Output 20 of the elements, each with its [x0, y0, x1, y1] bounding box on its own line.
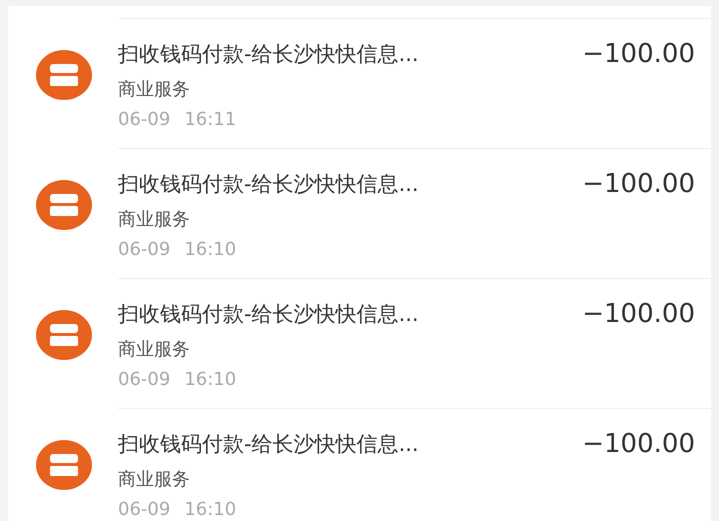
transaction-date: 06-09 [118, 499, 170, 520]
transaction-date: 06-09 [118, 109, 170, 130]
transaction-time: 16:10 [184, 239, 236, 260]
transaction-title: 扫收钱码付款-给长沙快快信息... [118, 171, 419, 198]
transaction-category: 商业服务 [118, 78, 191, 101]
transaction-category: 商业服务 [118, 468, 191, 491]
transaction-category: 商业服务 [118, 208, 191, 231]
transaction-amount: −100.00 [582, 429, 695, 459]
transaction-amount: −100.00 [582, 39, 695, 69]
transaction-time: 16:11 [184, 109, 236, 130]
transaction-date: 06-09 [118, 239, 170, 260]
transaction-title: 扫收钱码付款-给长沙快快信息... [118, 301, 419, 328]
transaction-amount: −100.00 [582, 299, 695, 329]
transaction-title: 扫收钱码付款-给长沙快快信息... [118, 431, 419, 458]
transaction-date: 06-09 [118, 369, 170, 390]
transaction-time: 16:10 [184, 369, 236, 390]
transaction-category: 商业服务 [118, 338, 191, 361]
transaction-time: 16:10 [184, 499, 236, 520]
transaction-amount: −100.00 [582, 169, 695, 199]
transaction-title: 扫收钱码付款-给长沙快快信息... [118, 41, 419, 68]
